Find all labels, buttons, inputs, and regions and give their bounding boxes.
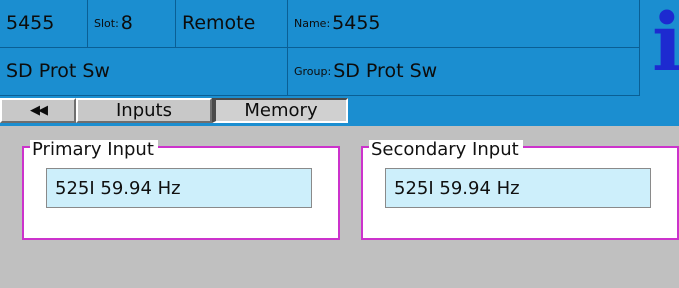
status-header: 5455 Slot: 8 Remote Name: 5455 SD Prot S…: [0, 0, 679, 96]
back-button[interactable]: ◀◀: [0, 98, 76, 123]
name-cell: Name: 5455: [288, 0, 640, 48]
primary-input-title: Primary Input: [30, 140, 158, 160]
tab-inputs-label: Inputs: [116, 100, 172, 121]
mode-cell: Remote: [176, 0, 288, 48]
group-label: Group:: [294, 65, 332, 78]
card-id-cell: 5455: [0, 0, 88, 48]
group-cell: Group: SD Prot Sw: [288, 48, 640, 96]
tab-bar: ◀◀ Inputs Memory: [0, 96, 679, 126]
name-value: 5455: [332, 12, 381, 34]
primary-input-field[interactable]: 525I 59.94 Hz: [46, 168, 312, 208]
secondary-input-field[interactable]: 525I 59.94 Hz: [385, 168, 651, 208]
slot-cell: Slot: 8: [88, 0, 176, 48]
slot-value: 8: [120, 12, 133, 34]
card-id: 5455: [6, 12, 55, 34]
tab-memory-label: Memory: [244, 100, 318, 121]
group-value: SD Prot Sw: [333, 60, 438, 82]
double-left-arrow-icon: ◀◀: [30, 103, 48, 118]
secondary-input-panel: Secondary Input 525I 59.94 Hz: [361, 140, 679, 240]
info-icon[interactable]: i: [652, 2, 679, 82]
primary-input-panel: Primary Input 525I 59.94 Hz: [22, 140, 340, 240]
mode-value: Remote: [182, 12, 256, 34]
slot-label: Slot:: [94, 17, 119, 30]
secondary-input-title: Secondary Input: [369, 140, 523, 160]
function-value: SD Prot Sw: [6, 60, 110, 82]
tab-inputs[interactable]: Inputs: [76, 98, 212, 123]
name-label: Name:: [294, 17, 331, 30]
tab-memory[interactable]: Memory: [212, 98, 348, 123]
function-cell: SD Prot Sw: [0, 48, 288, 96]
